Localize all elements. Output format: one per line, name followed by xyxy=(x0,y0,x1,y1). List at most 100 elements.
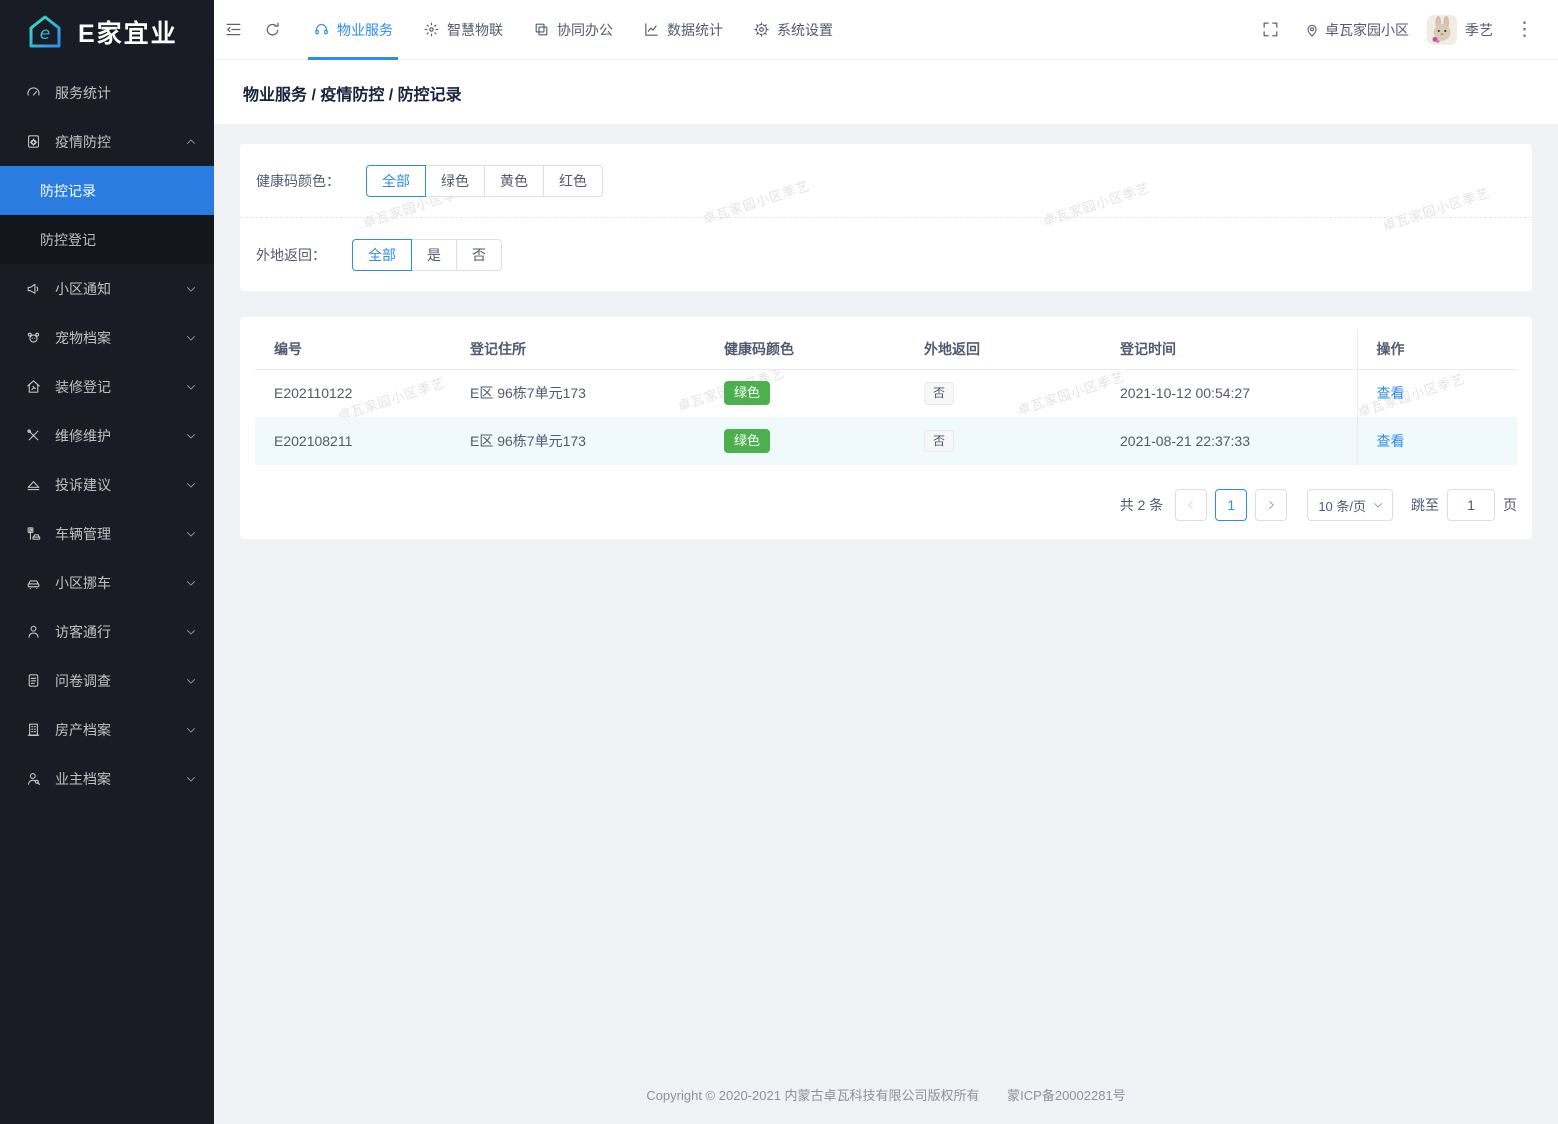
sidebar-item-1[interactable]: 疫情防控 xyxy=(0,117,214,166)
breadcrumb-bar: 物业服务 / 疫情防控 / 防控记录 xyxy=(214,61,1558,124)
pagination-next-button[interactable] xyxy=(1255,489,1288,521)
return-option-1[interactable]: 是 xyxy=(411,238,457,271)
sidebar-subitem-1[interactable]: 防控登记 xyxy=(0,215,214,264)
health-code-badge: 绿色 xyxy=(724,429,771,453)
community-selector[interactable]: 卓瓦家园小区 xyxy=(1304,20,1409,40)
sidebar-item-label: 宠物档案 xyxy=(55,329,111,346)
health-code-option-0[interactable]: 全部 xyxy=(366,164,426,197)
cell-health-code: 绿色 xyxy=(705,417,905,465)
cell-id: E202108211 xyxy=(255,417,451,465)
megaphone-icon xyxy=(27,283,39,294)
table-row-0: E202110122 E区 96栋7单元173 绿色 否 2021-10-12 00:5… xyxy=(255,369,1517,417)
more-menu-icon[interactable]: ⋮ xyxy=(1503,18,1546,41)
sidebar-item-7[interactable]: 车辆管理 xyxy=(0,509,214,558)
cell-health-code: 绿色 xyxy=(705,369,905,417)
sidebar-item-5[interactable]: 维修维护 xyxy=(0,411,214,460)
chevron-down-icon xyxy=(187,776,195,782)
cell-action: 查看 xyxy=(1356,369,1517,417)
complaint-icon xyxy=(27,481,40,491)
app-logo[interactable]: e E家宜业 xyxy=(0,0,214,64)
vehicle-icon xyxy=(27,527,41,540)
icp-text: 蒙ICP备20002281号 xyxy=(1007,1088,1126,1103)
chevron-up-icon xyxy=(187,138,195,144)
nav-tab-label: 智慧物联 xyxy=(447,21,503,38)
refresh-button[interactable] xyxy=(253,0,292,60)
nav-tab-label: 数据统计 xyxy=(667,21,723,38)
sidebar-subitem-0[interactable]: 防控记录 xyxy=(0,166,214,215)
nav-tab-4[interactable]: 系统设置 xyxy=(738,0,848,60)
logo-house-icon: e xyxy=(29,15,61,48)
cell-returned: 否 xyxy=(905,369,1101,417)
pagination-page-1[interactable]: 1 xyxy=(1215,489,1248,521)
sidebar-item-label: 投诉建议 xyxy=(55,476,111,493)
cell-address: E区 96栋7单元173 xyxy=(470,385,586,402)
pet-icon xyxy=(27,332,40,343)
table-body: E202110122 E区 96栋7单元173 绿色否 2021-10-12 00:5… xyxy=(255,369,1517,465)
sidebar-item-2[interactable]: 小区通知 xyxy=(0,264,214,313)
move-car-icon xyxy=(27,580,40,590)
sidebar-item-11[interactable]: 房产档案 xyxy=(0,705,214,754)
sidebar-item-9[interactable]: 访客通行 xyxy=(0,607,214,656)
cell-returned: 否 xyxy=(905,417,1101,465)
community-name: 卓瓦家园小区 xyxy=(1325,21,1409,38)
fullscreen-icon xyxy=(1263,22,1278,37)
returned-tag: 否 xyxy=(924,381,955,405)
nav-tab-2[interactable]: 协同办公 xyxy=(518,0,628,60)
location-icon xyxy=(1307,24,1317,37)
sidebar-item-10[interactable]: 问卷调查 xyxy=(0,656,214,705)
chevron-down-icon xyxy=(187,286,195,292)
sidebar-item-12[interactable]: 业主档案 xyxy=(0,754,214,803)
sidebar-item-label: 房产档案 xyxy=(55,721,111,738)
visitor-icon xyxy=(28,625,39,638)
return-option-2[interactable]: 否 xyxy=(456,238,502,271)
nav-tab-0[interactable]: 物业服务 xyxy=(298,0,408,60)
cell-time: 2021-08-21 22:37:33 xyxy=(1101,417,1357,465)
sidebar: e E家宜业 服务统计疫情防控防控记录 防控登记 小区通知宠物档案装修登记维修维护投… xyxy=(0,0,214,1124)
top-header: 物业服务 智慧物联 协同办公 数据统计 系统设置 卓瓦家园小区 季艺 ⋮ xyxy=(214,0,1558,60)
sidebar-item-label: 维修维护 xyxy=(55,427,111,444)
chevron-down-icon xyxy=(187,678,195,684)
health-code-option-1[interactable]: 绿色 xyxy=(425,164,485,197)
collapse-icon xyxy=(226,23,241,36)
chevron-down-icon xyxy=(187,580,195,586)
chevron-left-icon xyxy=(1188,501,1193,509)
username[interactable]: 季艺 xyxy=(1465,20,1493,40)
chevron-down-icon xyxy=(187,433,195,439)
sidebar-item-label: 问卷调查 xyxy=(55,672,111,689)
page-size-select[interactable]: 10 条/页 xyxy=(1307,489,1393,521)
sidebar-item-4[interactable]: 装修登记 xyxy=(0,362,214,411)
pagination-prev-button[interactable] xyxy=(1175,489,1208,521)
nav-tab-1[interactable]: 智慧物联 xyxy=(408,0,518,60)
return-option-0[interactable]: 全部 xyxy=(352,238,412,271)
sidebar-item-6[interactable]: 投诉建议 xyxy=(0,460,214,509)
view-link[interactable]: 查看 xyxy=(1377,385,1405,401)
sidebar-item-label: 小区挪车 xyxy=(55,574,111,591)
records-table: 编号 登记住所 健康码颜色 外地返回 登记时间 操作 E202110122 E区 96栋7单… xyxy=(255,329,1517,465)
sidebar-item-8[interactable]: 小区挪车 xyxy=(0,558,214,607)
pagination-total: 共 2 条 xyxy=(1119,497,1164,513)
iot-icon xyxy=(424,22,439,37)
epidemic-icon xyxy=(27,135,40,148)
chevron-right-icon xyxy=(1269,501,1274,509)
health-code-option-3[interactable]: 红色 xyxy=(543,164,603,197)
collapse-sidebar-button[interactable] xyxy=(214,0,253,60)
office-icon xyxy=(535,23,548,36)
column-header-4: 登记时间 xyxy=(1101,329,1357,370)
avatar[interactable] xyxy=(1427,14,1457,45)
chevron-down-icon xyxy=(187,727,195,733)
sidebar-item-0[interactable]: 服务统计 xyxy=(0,68,214,117)
owner-icon xyxy=(27,773,41,786)
jump-page-input[interactable] xyxy=(1447,489,1495,521)
chevron-down-icon xyxy=(187,531,195,537)
health-code-badge: 绿色 xyxy=(724,381,771,406)
fullscreen-button[interactable] xyxy=(1251,0,1290,60)
health-code-option-2[interactable]: 黄色 xyxy=(484,164,544,197)
sidebar-item-label: 疫情防控 xyxy=(55,133,111,150)
main-nav-tabs: 物业服务 智慧物联 协同办公 数据统计 系统设置 xyxy=(298,0,848,60)
sidebar-item-3[interactable]: 宠物档案 xyxy=(0,313,214,362)
cell-address: E区 96栋7单元173 xyxy=(451,417,705,465)
nav-tab-3[interactable]: 数据统计 xyxy=(628,0,738,60)
header-right: 卓瓦家园小区 季艺 ⋮ xyxy=(1251,0,1558,60)
view-link[interactable]: 查看 xyxy=(1377,433,1405,449)
table-header-row: 编号 登记住所 健康码颜色 外地返回 登记时间 操作 xyxy=(255,329,1517,370)
